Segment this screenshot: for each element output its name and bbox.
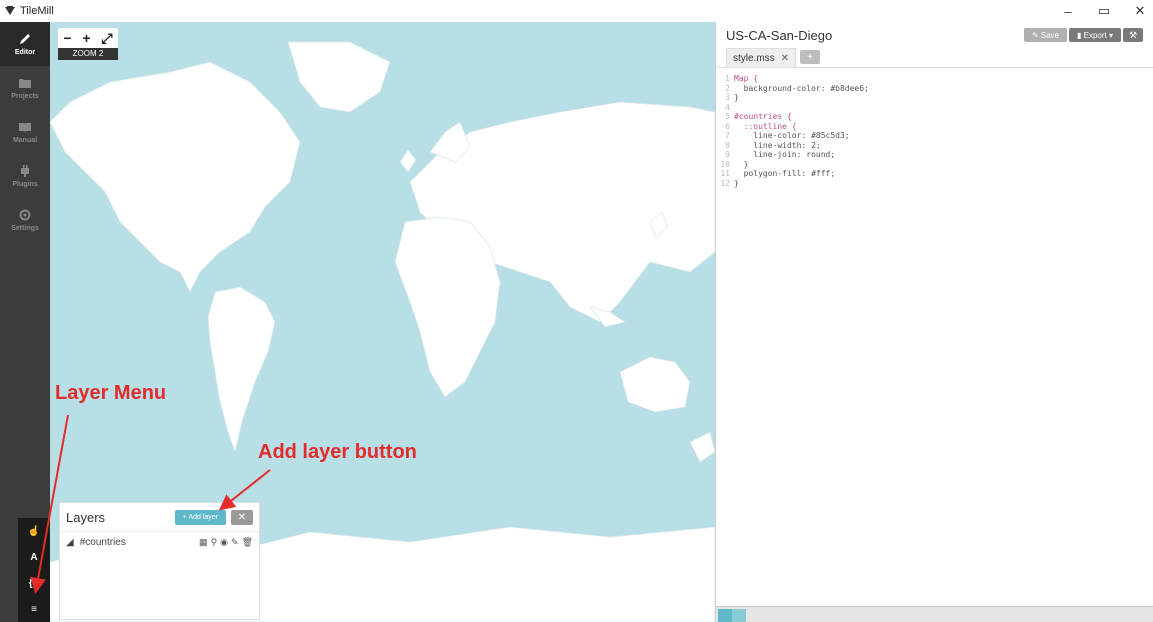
hand-icon[interactable]: ☝ [18,518,50,544]
sidebar-item-label: Plugins [12,181,38,188]
sidebar-item-settings[interactable]: Settings [0,198,50,242]
window-titlebar: TileMill – ▭ ✕ [0,0,1153,22]
sidebar-item-label: Manual [12,137,38,144]
code-line-2: background-color: #b8dee6; [734,83,869,93]
zoom-to-layer-icon[interactable]: ⚲ [211,537,218,548]
layers-icon[interactable]: ≡ [18,596,50,622]
close-window-button[interactable]: ✕ [1133,3,1147,19]
tilemill-logo-icon [4,5,16,17]
add-tab-button[interactable]: + [800,50,821,64]
annotation-layer-menu: Layer Menu [55,382,167,404]
plug-icon [21,165,29,177]
color-swatch[interactable] [732,609,746,622]
code-line-11: polygon-fill: #fff; [734,169,836,178]
gear-icon [19,209,31,221]
visibility-eye-icon[interactable]: ◉ [220,537,228,548]
zoom-in-button[interactable]: + [82,30,90,46]
restore-button[interactable]: ▭ [1097,3,1111,19]
edit-pencil-icon[interactable]: ✎ [231,537,239,548]
code-line-5: #countries { [734,112,792,121]
sidebar-item-plugins[interactable]: Plugins [0,154,50,198]
project-title: US-CA-San-Diego [726,27,833,43]
layer-drag-handle-icon[interactable]: ◢ [66,537,74,548]
braces-icon[interactable]: { } [18,570,50,596]
window-title: TileMill [20,5,54,17]
color-swatch[interactable] [718,609,732,622]
code-line-9: line-join: round; [734,150,836,159]
delete-trash-icon[interactable]: 🗑 [242,537,253,548]
close-layers-button[interactable]: ✕ [231,509,253,525]
zoom-control: − + ⤢ ZOOM 2 [58,28,118,60]
font-icon[interactable]: A [18,544,50,570]
code-line-12: } [734,178,739,188]
code-editor[interactable]: 1 Map { 2 background-color: #b8dee6; 3} 4… [716,68,1153,188]
close-tab-icon[interactable]: ✕ [781,53,789,64]
fullscreen-button[interactable]: ⤢ [101,30,112,47]
pencil-icon [20,34,30,44]
folder-icon [19,79,31,88]
code-line-3: } [734,93,739,102]
code-line-8: line-width: 2; [734,140,821,150]
save-button[interactable]: ✎ Save [1023,28,1067,42]
sidebar-item-label: Settings [11,225,39,232]
add-layer-button[interactable]: + Add layer [174,509,226,525]
tab-label: style.mss [733,52,775,64]
layer-row[interactable]: ◢ #countries ▦ ⚲ ◉ ✎ 🗑 [60,531,259,553]
layer-name: #countries [79,537,126,548]
editor-footer [716,606,1153,622]
sidebar-item-editor[interactable]: Editor [0,22,50,66]
sidebar-item-projects[interactable]: Projects [0,66,50,110]
sidebar-item-label: Projects [11,93,39,100]
layers-panel: Layers + Add layer ✕ ◢ #countries ▦ ⚲ ◉ … [59,502,260,620]
tab-style-mss[interactable]: style.mss ✕ [726,48,797,67]
style-editor-panel: US-CA-San-Diego ✎ Save ▮ Export ▾ ⚒ styl… [715,22,1153,622]
code-line-7: line-color: #85c5d3; [734,131,850,140]
code-line-6: ::outline { [734,121,797,131]
annotation-add-layer-button: Add layer button [258,441,417,463]
sidebar-item-manual[interactable]: Manual [0,110,50,154]
book-icon [19,123,31,132]
layers-panel-title: Layers [66,509,106,525]
zoom-level-label: ZOOM 2 [58,48,118,60]
table-icon[interactable]: ▦ [199,537,208,548]
zoom-out-button[interactable]: − [63,30,71,46]
minimize-button[interactable]: – [1061,4,1075,19]
code-line-10: } [734,159,749,169]
export-button[interactable]: ▮ Export ▾ [1069,28,1121,42]
map-tools: ☝ A { } ≡ [18,518,50,622]
wrench-icon[interactable]: ⚒ [1123,28,1143,42]
left-sidebar: Editor Projects Manual Plugins Settings … [0,22,50,622]
sidebar-item-label: Editor [14,49,36,56]
code-line-1: Map { [734,74,759,83]
